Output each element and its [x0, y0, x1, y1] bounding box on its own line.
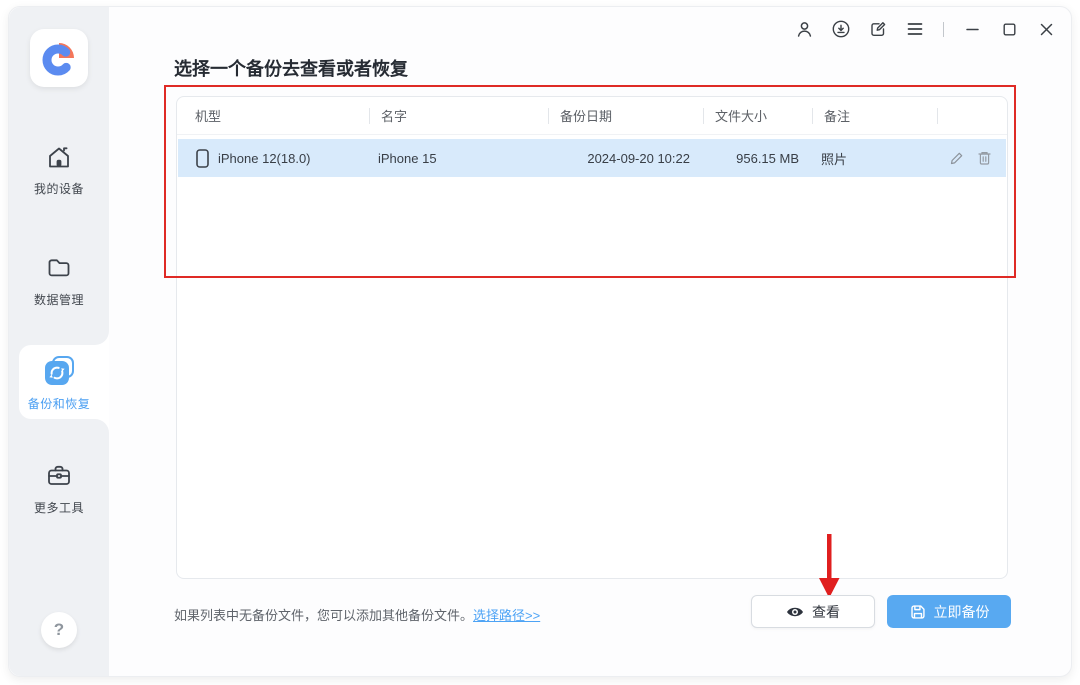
model-text: iPhone 12(18.0)	[218, 151, 311, 166]
home-icon	[44, 142, 74, 172]
sidebar: 我的设备 数据管理 备份和恢复	[9, 7, 109, 676]
maximize-button[interactable]	[1000, 20, 1018, 38]
sidebar-item-more-tools[interactable]: 更多工具	[9, 461, 109, 516]
tab-curve-bottom	[95, 419, 109, 433]
help-button[interactable]: ?	[41, 612, 77, 648]
sidebar-item-label: 更多工具	[34, 499, 84, 516]
download-icon[interactable]	[832, 20, 850, 38]
minimize-button[interactable]	[963, 20, 981, 38]
user-icon[interactable]	[795, 20, 813, 38]
question-icon: ?	[54, 620, 64, 640]
backup-button-label: 立即备份	[934, 602, 990, 622]
cell-date: 2024-09-20 10:22	[549, 139, 704, 177]
phone-icon	[196, 149, 209, 168]
titlebar-controls	[795, 20, 1055, 38]
view-button[interactable]: 查看	[751, 595, 875, 628]
page-title: 选择一个备份去查看或者恢复	[174, 55, 408, 81]
sidebar-item-my-device[interactable]: 我的设备	[9, 142, 109, 197]
cell-note: 照片	[813, 139, 938, 177]
feedback-icon[interactable]	[869, 20, 887, 38]
folder-icon	[44, 253, 74, 283]
sidebar-item-label: 数据管理	[34, 291, 84, 308]
cell-actions	[938, 139, 1006, 177]
app-logo-icon	[38, 37, 80, 79]
cell-size: 956.15 MB	[704, 139, 813, 177]
backup-list-panel: 机型 名字 备份日期 文件大小 备注 iPhone 12(18.0) iPhon…	[176, 96, 1008, 579]
sidebar-item-data-management[interactable]: 数据管理	[9, 253, 109, 308]
close-button[interactable]	[1037, 20, 1055, 38]
sidebar-item-backup-restore[interactable]: 备份和恢复	[9, 355, 109, 412]
view-button-label: 查看	[812, 602, 840, 622]
backup-sync-icon	[43, 355, 75, 387]
header-actions	[937, 97, 1007, 134]
backup-now-button[interactable]: 立即备份	[887, 595, 1011, 628]
app-window: 我的设备 数据管理 备份和恢复	[8, 6, 1072, 677]
cell-name: iPhone 15	[370, 139, 549, 177]
sidebar-item-label: 备份和恢复	[28, 395, 91, 412]
cell-model: iPhone 12(18.0)	[178, 139, 370, 177]
table-row[interactable]: iPhone 12(18.0) iPhone 15 2024-09-20 10:…	[178, 139, 1006, 177]
menu-icon[interactable]	[906, 20, 924, 38]
header-size: 文件大小	[703, 97, 812, 134]
titlebar-divider	[943, 22, 944, 37]
header-model: 机型	[177, 97, 369, 134]
eye-icon	[786, 605, 804, 619]
app-logo	[30, 29, 88, 87]
hint-text: 如果列表中无备份文件，您可以添加其他备份文件。	[174, 608, 473, 623]
tab-curve-top	[95, 331, 109, 345]
briefcase-icon	[44, 461, 74, 491]
save-icon	[909, 603, 926, 620]
choose-path-link[interactable]: 选择路径>>	[473, 608, 540, 623]
trash-icon[interactable]	[977, 150, 992, 166]
edit-pencil-icon[interactable]	[949, 151, 964, 166]
header-date: 备份日期	[548, 97, 703, 134]
table-header: 机型 名字 备份日期 文件大小 备注	[177, 97, 1007, 135]
footer-hint: 如果列表中无备份文件，您可以添加其他备份文件。选择路径>>	[174, 605, 540, 624]
sidebar-item-label: 我的设备	[34, 180, 84, 197]
header-note: 备注	[812, 97, 937, 134]
header-name: 名字	[369, 97, 548, 134]
